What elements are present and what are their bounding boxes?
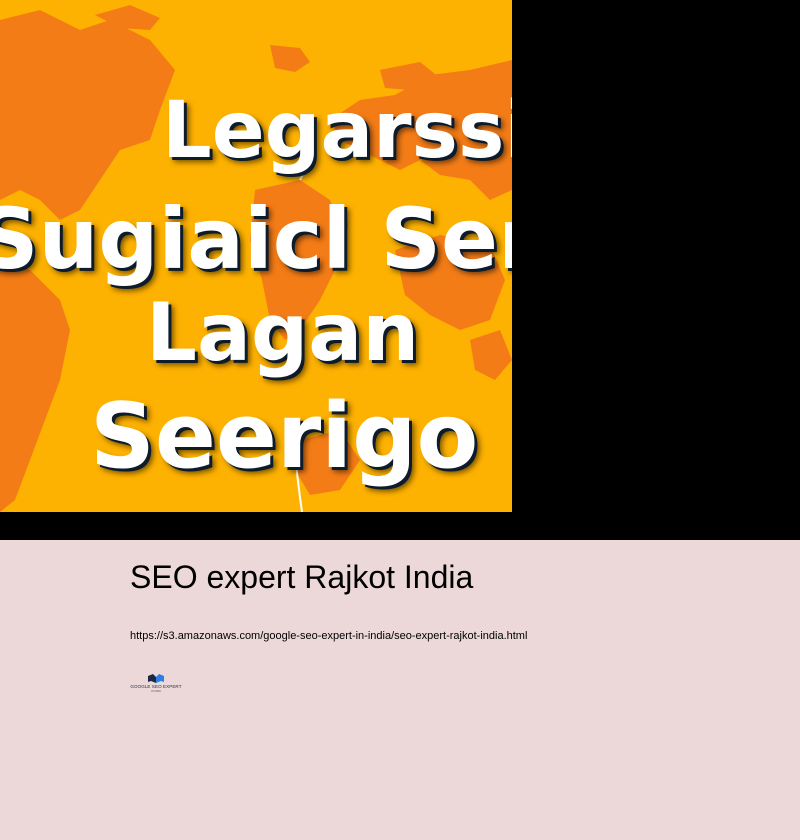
logo-subtitle: IN INDIA <box>151 690 161 693</box>
page-url-link[interactable]: https://s3.amazonaws.com/google-seo-expe… <box>130 630 527 642</box>
hero-text-line-2: Sugiaicl Seroi <box>0 190 512 288</box>
hero-text-line-4: Seerigo <box>90 384 479 489</box>
hero-image: Legarssi Sugiaicl Seroi Lagan Seerigo <box>0 0 512 512</box>
page: Legarssi Sugiaicl Seroi Lagan Seerigo SE… <box>0 0 800 840</box>
site-logo[interactable]: GOOGLE SEO EXPERT IN INDIA <box>130 673 182 695</box>
logo-mark-icon <box>148 674 164 683</box>
logo-name: GOOGLE SEO EXPERT <box>130 684 182 689</box>
hero-text-line-3: Lagan <box>146 286 420 379</box>
hero-banner: Legarssi Sugiaicl Seroi Lagan Seerigo <box>0 0 800 540</box>
page-title: SEO expert Rajkot India <box>130 559 474 595</box>
hero-text-line-1: Legarssi <box>162 86 512 176</box>
